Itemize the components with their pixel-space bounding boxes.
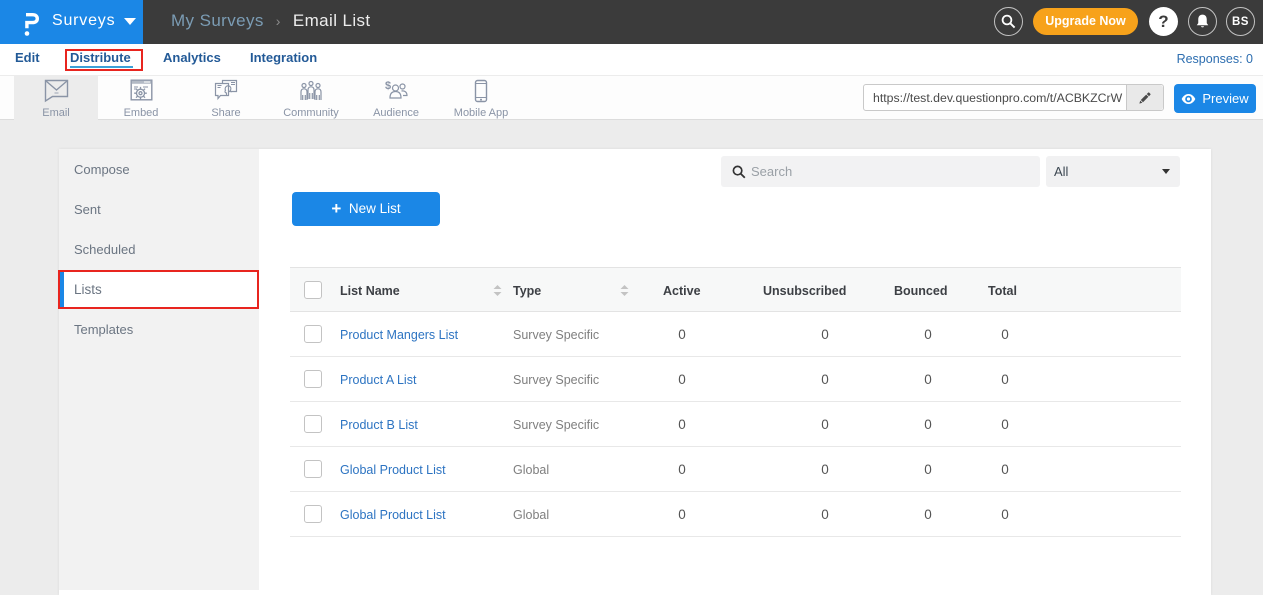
svg-text:$: $ <box>385 80 391 92</box>
